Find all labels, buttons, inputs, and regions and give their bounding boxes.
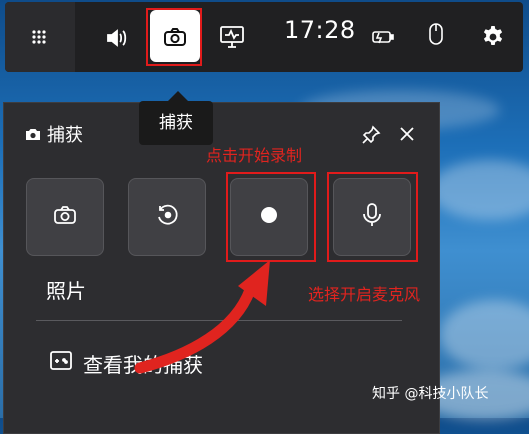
annotation-highlight-capture bbox=[146, 8, 202, 66]
photo-label: 照片 bbox=[46, 279, 86, 303]
annotation-mic-hint: 选择开启麦克风 bbox=[308, 285, 421, 304]
annotation-record-hint: 点击开始录制 bbox=[206, 146, 303, 165]
panel-title: 捕获 bbox=[47, 125, 83, 146]
settings-gear-icon[interactable] bbox=[480, 24, 506, 50]
pin-icon[interactable] bbox=[360, 124, 382, 146]
panel-camera-icon bbox=[24, 126, 42, 142]
tooltip-arrow bbox=[168, 91, 188, 101]
annotation-highlight-record bbox=[226, 172, 316, 262]
close-icon[interactable] bbox=[396, 123, 418, 145]
annotation-arrow bbox=[134, 260, 270, 374]
menu-grid-icon[interactable] bbox=[26, 24, 52, 50]
screenshot-button[interactable] bbox=[26, 178, 104, 256]
annotation-highlight-microphone bbox=[327, 172, 418, 262]
wallpaper-cloud bbox=[430, 160, 529, 220]
battery-icon[interactable] bbox=[370, 25, 396, 49]
clock-time: 17:28 bbox=[284, 16, 356, 44]
performance-icon[interactable] bbox=[217, 22, 247, 52]
record-last-icon bbox=[155, 203, 179, 231]
wallpaper-cloud bbox=[440, 300, 529, 370]
watermark: 知乎 @科技小队长 bbox=[372, 386, 489, 402]
gallery-icon bbox=[48, 348, 74, 374]
capture-tooltip: 捕获 bbox=[139, 101, 213, 145]
screenshot-camera-icon bbox=[53, 205, 77, 229]
volume-icon[interactable] bbox=[103, 24, 131, 52]
record-last-30s-button[interactable] bbox=[128, 178, 206, 256]
mouse-icon[interactable] bbox=[425, 20, 447, 48]
